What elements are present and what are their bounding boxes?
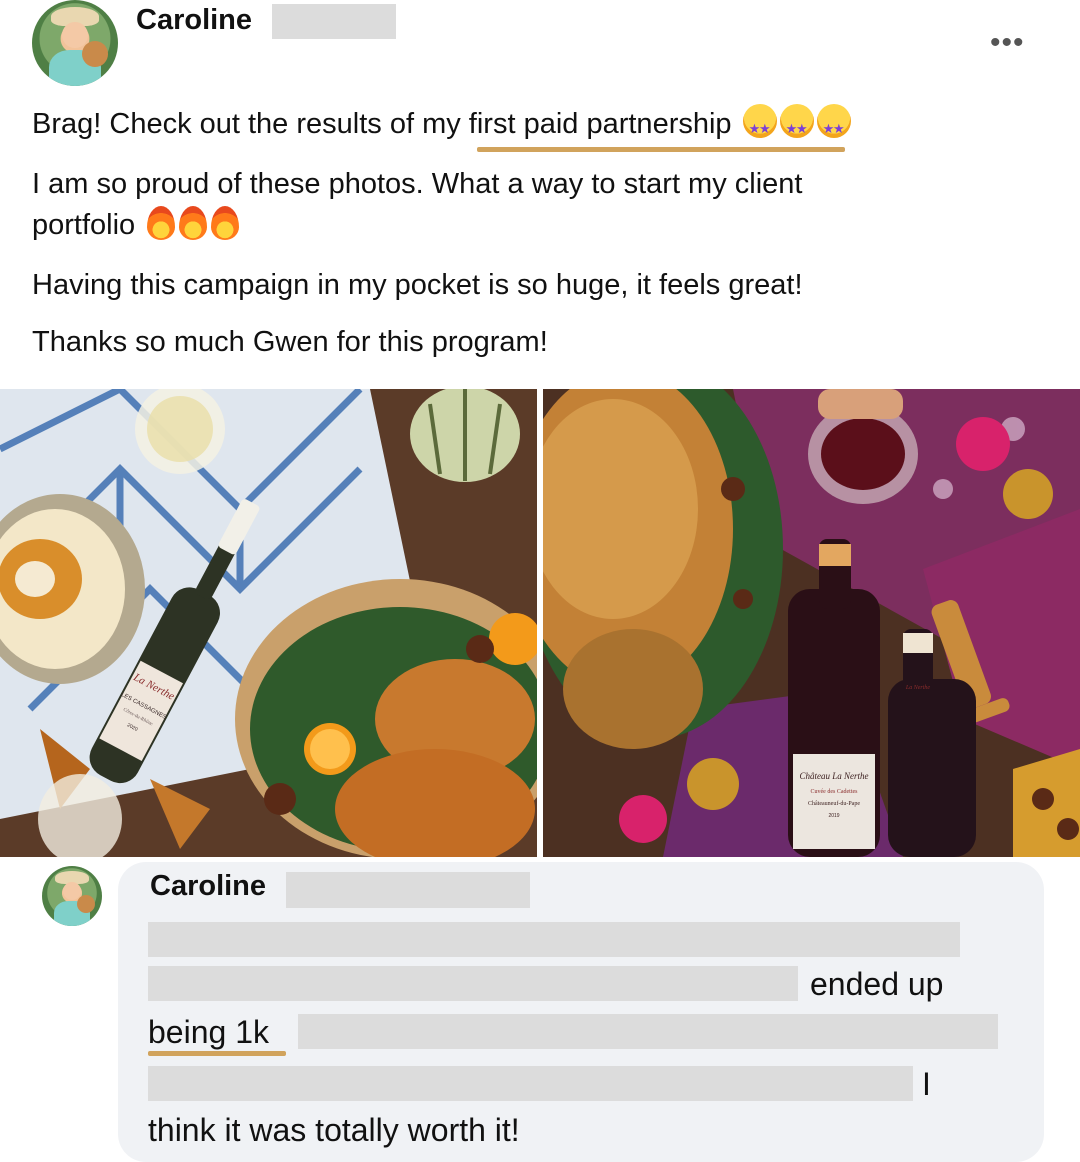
redacted-text (148, 966, 798, 1001)
redacted-surname (286, 872, 530, 908)
post-line-2: I am so proud of these photos. What a wa… (32, 168, 803, 200)
fire-emoji-icon (147, 206, 176, 240)
photo-left-illustration: La Nerthe LES CASSAGNES Côtes-du-Rhône 2… (0, 389, 537, 857)
star-struck-emoji-icon (779, 104, 814, 149)
comment-text-final: think it was totally worth it! (148, 1112, 520, 1148)
more-options-icon[interactable]: ••• (990, 26, 1025, 60)
redacted-surname (272, 4, 396, 39)
post-line-4: Having this campaign in my pocket is so … (32, 269, 803, 301)
redacted-text (148, 922, 960, 957)
photo-right-label-name: Cuvée des Cadettes (811, 789, 859, 795)
comment-text-being-1k: being 1k (148, 1014, 269, 1050)
photo-right-label-year: 2019 (828, 813, 839, 819)
post-photo-left[interactable]: La Nerthe LES CASSAGNES Côtes-du-Rhône 2… (0, 389, 537, 857)
fire-emoji-icon (211, 206, 240, 240)
post-line-5: Thanks so much Gwen for this program! (32, 326, 548, 358)
comment-text-ended-up: ended up (810, 966, 944, 1002)
highlight-underline (148, 1051, 286, 1056)
photo-right-label-region: Châteauneuf-du-Pape (808, 800, 860, 807)
star-struck-emoji-icon (816, 104, 851, 149)
photo-right-small-label: La Nerthe (905, 685, 931, 691)
redacted-text (298, 1014, 998, 1049)
star-struck-emoji-icon (742, 104, 777, 149)
post-author-avatar[interactable] (32, 0, 118, 86)
post-photo-right[interactable]: Château La Nerthe Cuvée des Cadettes Châ… (543, 389, 1080, 857)
redacted-text (148, 1066, 913, 1101)
fire-emoji-icon (179, 206, 208, 240)
photo-right-label-brand: Château La Nerthe (800, 771, 869, 781)
comment-text-i: I (922, 1066, 931, 1102)
post-line-3-text: portfolio (32, 209, 136, 241)
post-line-3: portfolio (32, 205, 240, 246)
post-line-1-highlight: my first paid partnership (422, 108, 732, 140)
post-line-1-text: Brag! Check out the results of (32, 108, 423, 140)
post-author-name[interactable]: Caroline (136, 4, 252, 37)
post-line-1: Brag! Check out the results of my first … (32, 104, 851, 149)
comment-author-name[interactable]: Caroline (150, 870, 266, 903)
highlight-underline (477, 147, 845, 152)
comment-author-avatar[interactable] (42, 866, 102, 926)
photo-right-illustration: Château La Nerthe Cuvée des Cadettes Châ… (543, 389, 1080, 857)
